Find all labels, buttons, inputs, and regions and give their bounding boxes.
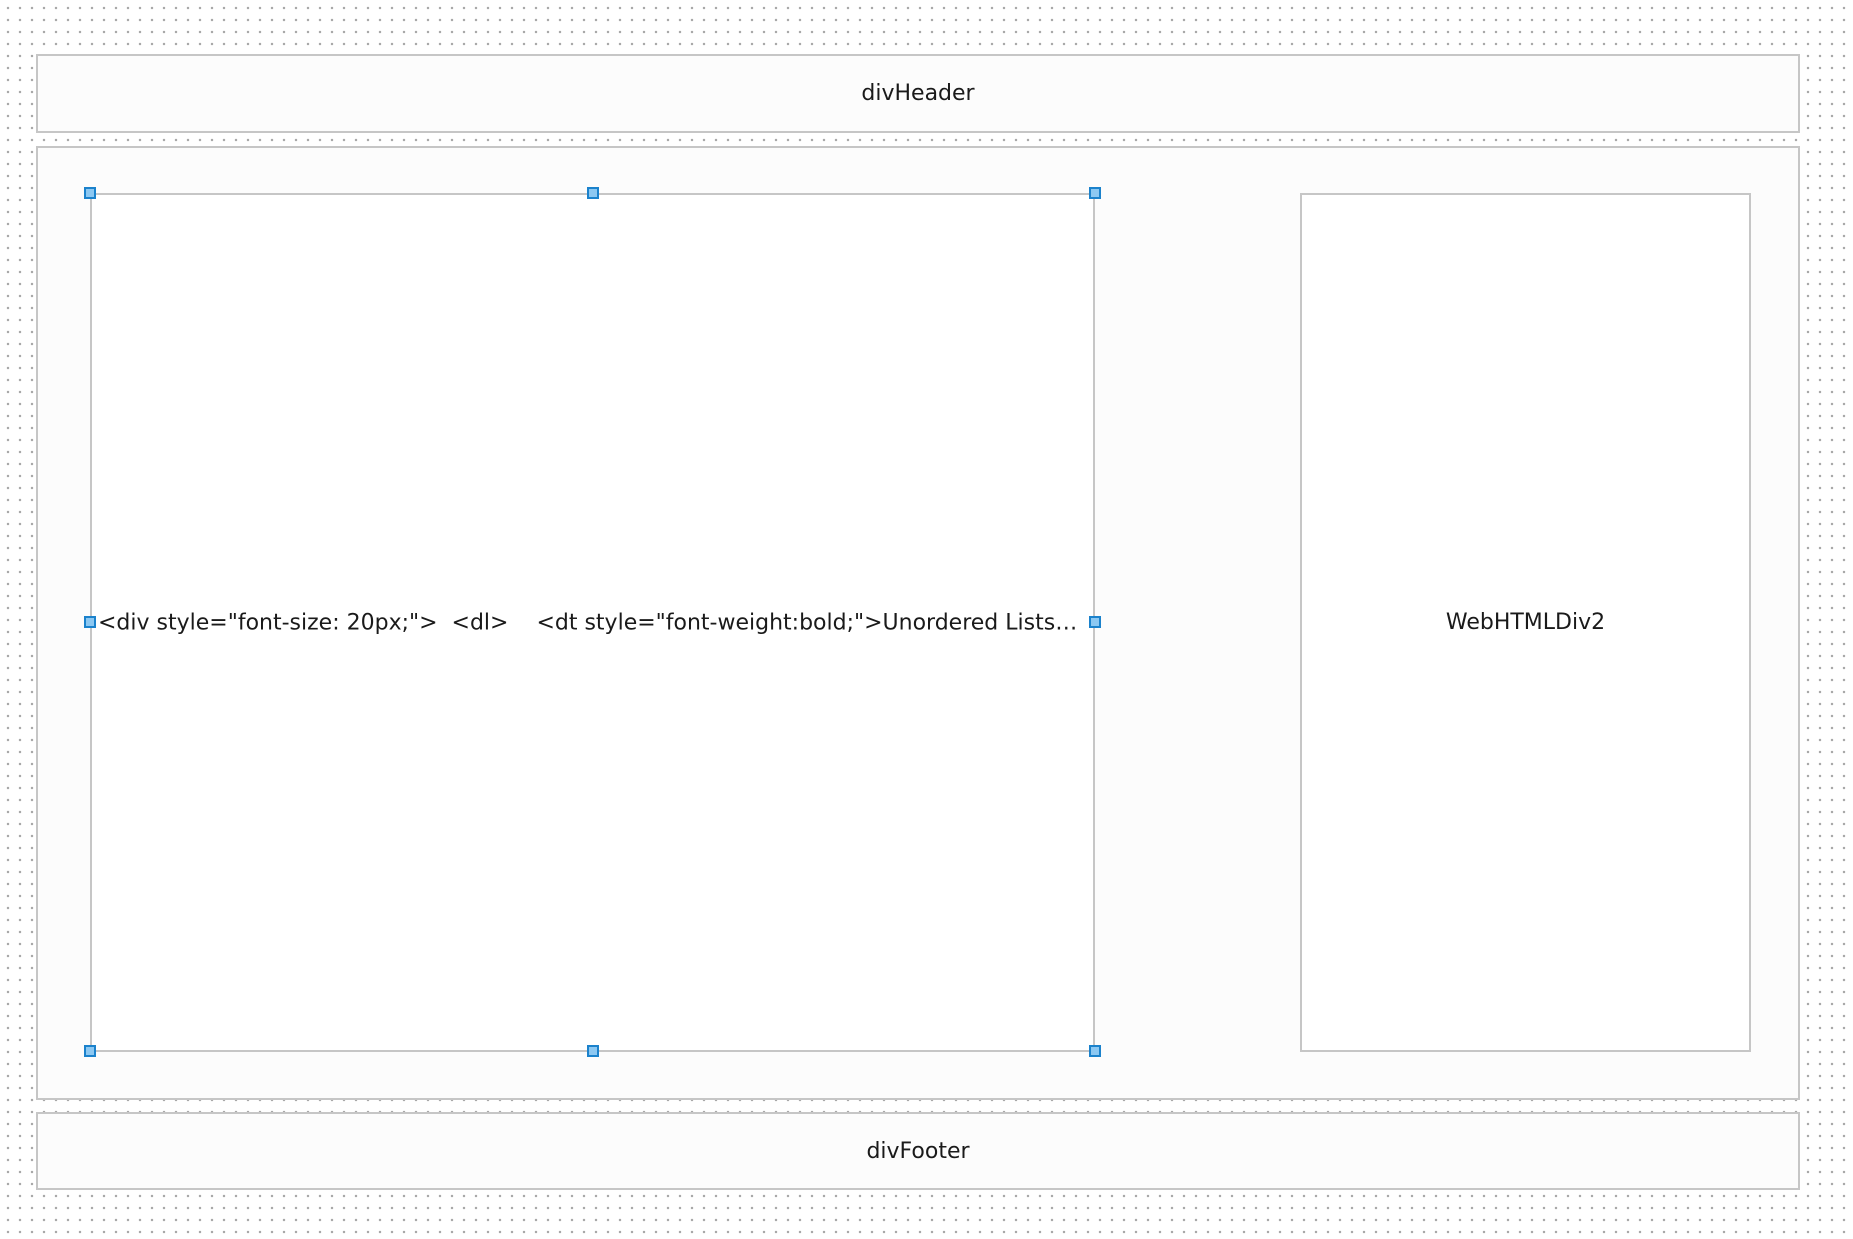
div-header[interactable]: divHeader — [36, 54, 1800, 133]
web-html-div-1-caption: <div style="font-size: 20px;"> <dl> <dt … — [98, 610, 1083, 635]
resize-handle-right[interactable] — [1089, 616, 1101, 628]
div-header-label: divHeader — [861, 81, 975, 106]
resize-handle-bottom-right[interactable] — [1089, 1045, 1101, 1057]
web-html-div-1[interactable]: <div style="font-size: 20px;"> <dl> <dt … — [90, 193, 1095, 1052]
resize-handle-left[interactable] — [84, 616, 96, 628]
resize-handle-top-left[interactable] — [84, 187, 96, 199]
resize-handle-top[interactable] — [587, 187, 599, 199]
designer-canvas[interactable]: { "designer": { "header_label": "divHead… — [0, 0, 1853, 1239]
web-html-div-2[interactable]: WebHTMLDiv2 — [1300, 193, 1751, 1052]
resize-handle-bottom-left[interactable] — [84, 1045, 96, 1057]
div-footer-label: divFooter — [866, 1138, 970, 1164]
web-html-div-2-label: WebHTMLDiv2 — [1445, 610, 1606, 635]
div-footer[interactable]: divFooter — [36, 1112, 1800, 1190]
resize-handle-bottom[interactable] — [587, 1045, 599, 1057]
resize-handle-top-right[interactable] — [1089, 187, 1101, 199]
